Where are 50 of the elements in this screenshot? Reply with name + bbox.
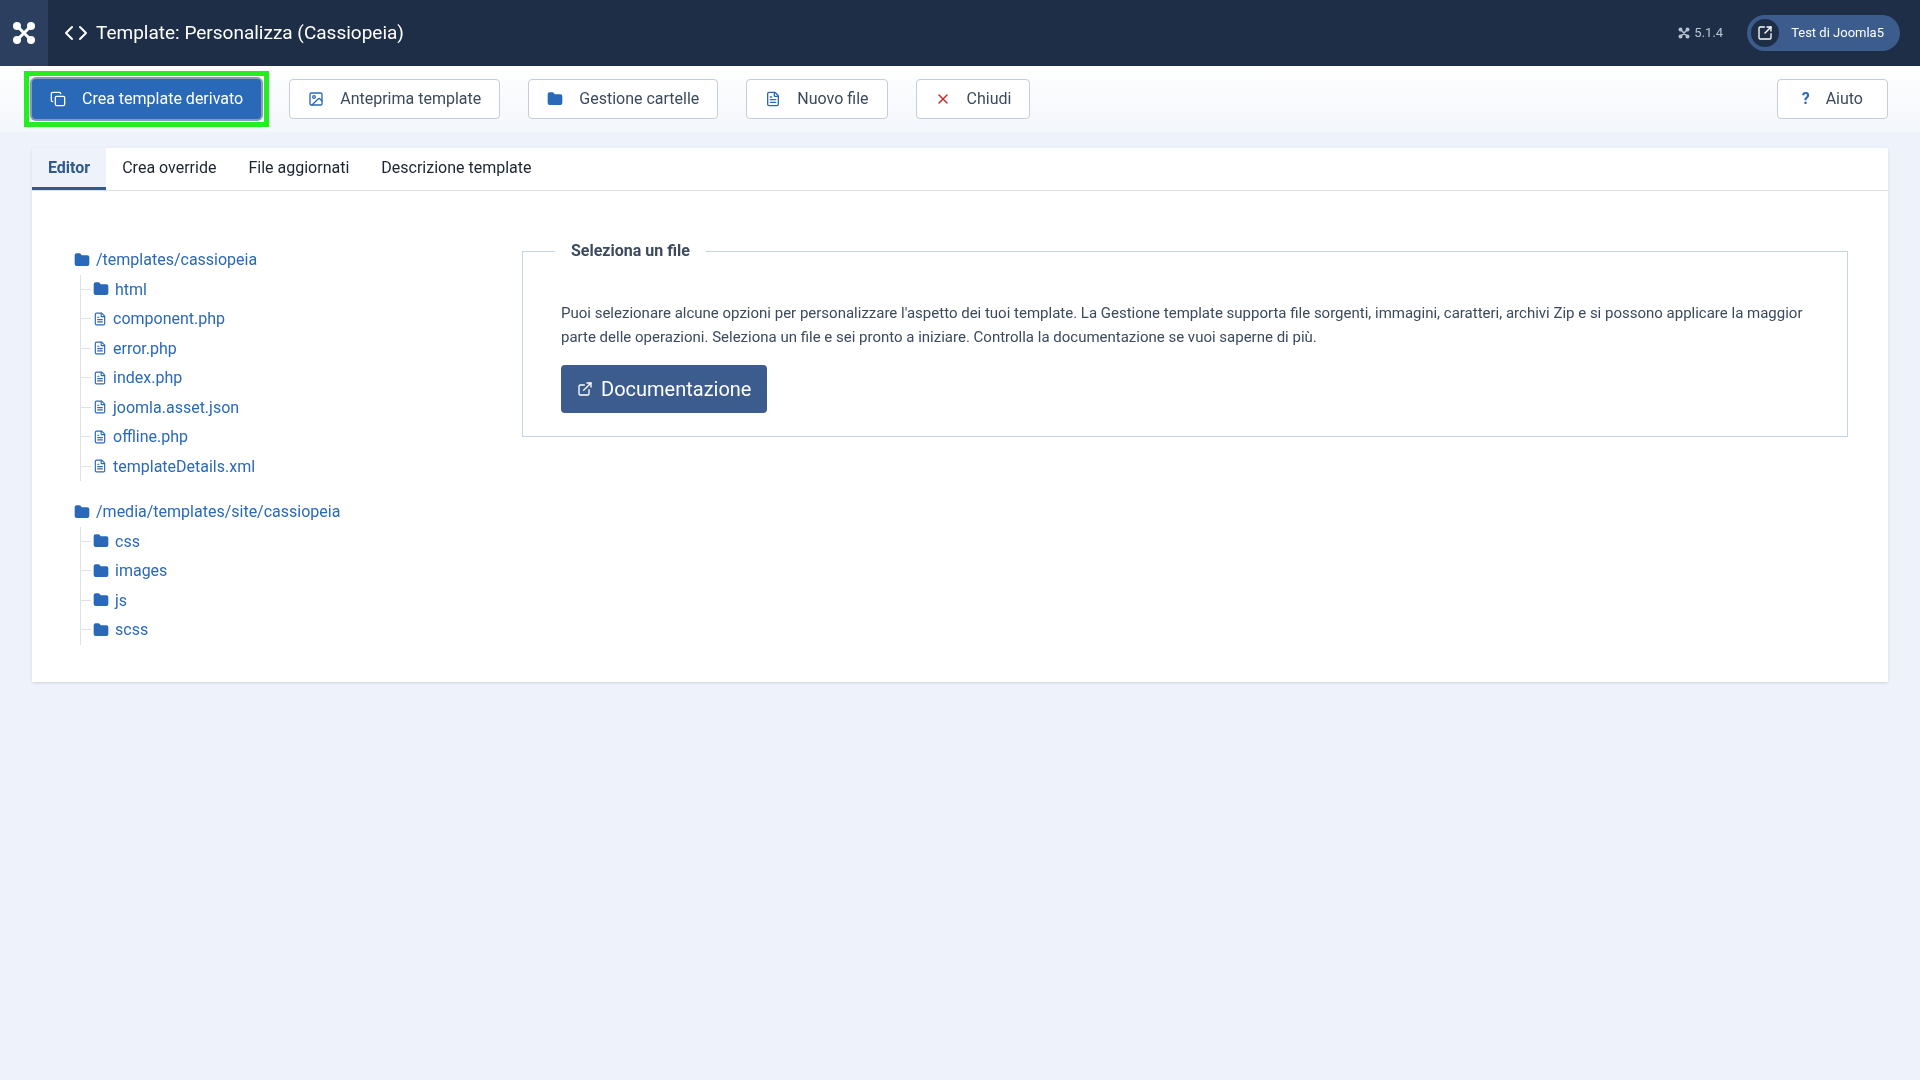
version-text: 5.1.4: [1694, 24, 1724, 43]
folder-icon: [93, 533, 109, 549]
tab[interactable]: Crea override: [106, 148, 233, 190]
folder-icon: [547, 91, 564, 107]
toolbar-button[interactable]: Nuovo file: [746, 79, 888, 119]
folder-icon: [93, 621, 109, 638]
file-link[interactable]: templateDetails.xml: [93, 451, 256, 481]
tab[interactable]: Editor: [32, 148, 107, 190]
question-icon: ?: [1801, 87, 1810, 111]
file-icon: [93, 340, 107, 356]
folder-link[interactable]: /media/templates/site/cassiopeia: [74, 497, 341, 526]
file-link[interactable]: error.php: [93, 333, 177, 363]
copy-icon: [50, 91, 66, 107]
file-icon: [93, 310, 107, 327]
file-icon: [93, 458, 107, 474]
folder-link[interactable]: html: [93, 274, 147, 304]
external-link-icon: [1751, 19, 1780, 47]
site-link-button[interactable]: Test di Joomla5: [1747, 15, 1900, 51]
toolbar-button[interactable]: Chiudi: [915, 79, 1031, 119]
image-icon: [308, 91, 325, 107]
folder-link[interactable]: images: [93, 556, 168, 585]
toolbar-button[interactable]: Gestione cartelle: [528, 79, 719, 119]
file-link[interactable]: index.php: [93, 363, 183, 392]
page-title: Template: Personalizza (Cassiopeia): [96, 19, 404, 46]
toolbar-button[interactable]: Anteprima template: [289, 79, 501, 119]
folder-icon: [74, 251, 90, 268]
folder-icon: [93, 592, 109, 608]
folder-link[interactable]: css: [93, 526, 140, 556]
panel-legend: Seleziona un file: [555, 239, 706, 263]
folder-icon: [74, 503, 90, 520]
file-icon: [93, 369, 107, 386]
panel-description: Puoi selezionare alcune opzioni per personalizzare l'aspetto dei tuoi template. La Gestione template supporta file sorgenti, immagini, caratteri, archivi Zip e si possono applicare la maggior parte delle operazioni. Seleziona un file e sei pronto a iniziare. Controlla la documentazione se vuoi saperne di più.: [561, 303, 1804, 348]
file-link[interactable]: joomla.asset.json: [93, 392, 240, 422]
logo-tile[interactable]: [0, 0, 48, 66]
tab[interactable]: File aggiornati: [232, 148, 366, 190]
help-button[interactable]: ? Aiuto: [1776, 79, 1888, 119]
folder-icon: [93, 281, 109, 297]
file-link[interactable]: offline.php: [93, 422, 188, 451]
documentation-button[interactable]: Documentazione: [561, 365, 768, 413]
external-link-icon: [577, 381, 593, 397]
toolbar-button[interactable]: Crea template derivato: [32, 79, 262, 119]
folder-link[interactable]: scss: [93, 615, 149, 644]
folder-link[interactable]: js: [93, 585, 128, 615]
folder-link[interactable]: /templates/cassiopeia: [74, 245, 258, 274]
file-link[interactable]: component.php: [93, 304, 226, 333]
file-icon: [765, 91, 782, 107]
file-icon: [93, 428, 107, 445]
folder-icon: [93, 562, 109, 579]
file-icon: [93, 399, 107, 415]
tab[interactable]: Descrizione template: [365, 148, 548, 190]
